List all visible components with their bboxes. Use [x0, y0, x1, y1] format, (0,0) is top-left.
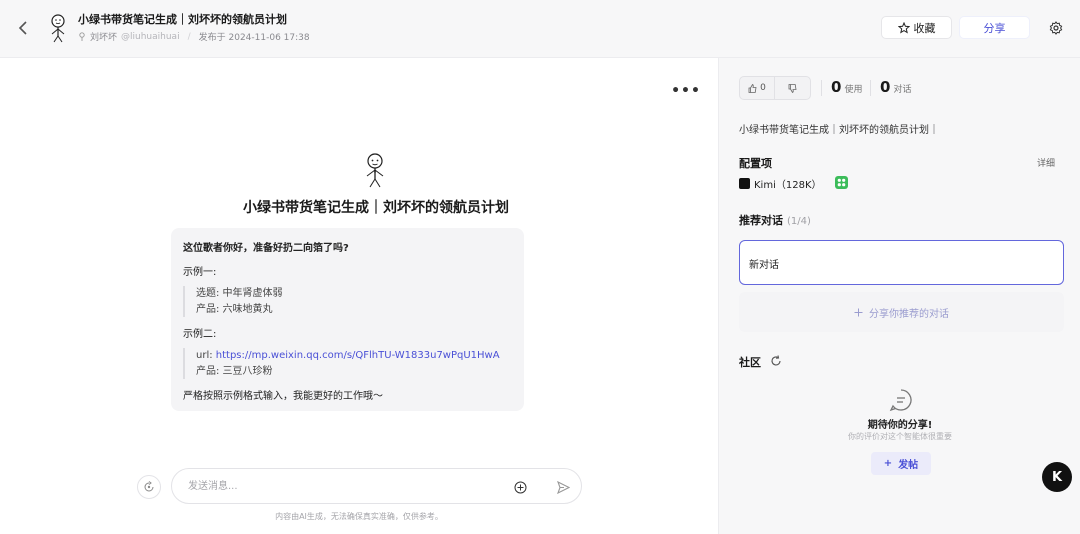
welcome-message: 这位歌者你好，准备好扔二向箔了吗? 示例一: 选题: 中年肾虚体弱 产品: 六味… — [171, 228, 524, 411]
recommended-count: (1/4) — [787, 216, 811, 227]
like-button[interactable]: 0 — [740, 77, 776, 99]
empty-subtitle: 你的评价对这个智能体很重要 — [848, 432, 952, 441]
add-attachment-icon[interactable] — [511, 478, 529, 496]
back-icon[interactable] — [14, 18, 32, 38]
publish-time: 发布于 2024-11-06 17:38 — [198, 33, 310, 43]
page-title: 小绿书带货笔记生成｜刘坏坏的领航员计划 — [78, 13, 287, 26]
config-title: 配置项 — [739, 157, 772, 170]
post-button[interactable]: + 发帖 — [871, 452, 931, 475]
plus-icon — [854, 308, 863, 316]
uses-count: 0 — [831, 78, 842, 96]
comment-icon — [889, 388, 913, 412]
top-bar: 小绿书带货笔记生成｜刘坏坏的领航员计划 刘坏坏 @liuhuaihuai / 发… — [0, 0, 1080, 58]
share-button[interactable]: 分享 — [959, 16, 1030, 39]
author-name[interactable]: 刘坏坏 — [90, 30, 117, 43]
share-label: 分享 — [983, 21, 1006, 35]
post-label: 发帖 — [898, 460, 919, 471]
greeting: 这位歌者你好，准备好扔二向箔了吗? — [183, 243, 349, 254]
ai-disclaimer: 内容由AI生成，无法确保真实准确，仅供参考。 — [275, 512, 443, 521]
url-prefix: url: — [196, 350, 216, 361]
plugin-icon[interactable] — [835, 176, 848, 189]
refresh-icon[interactable] — [770, 355, 782, 367]
example1-quote: 选题: 中年肾虚体弱 产品: 六味地黄丸 — [183, 286, 283, 317]
example1-line1: 选题: 中年肾虚体弱 — [196, 288, 283, 299]
thumbs-down-icon — [788, 83, 797, 93]
chats-stat: 0 对话 — [880, 78, 911, 96]
settings-icon[interactable] — [1046, 18, 1066, 38]
empty-title: 期待你的分享! — [867, 420, 933, 431]
kimi-icon — [739, 178, 750, 189]
example1-line2: 产品: 六味地黄丸 — [196, 303, 273, 315]
bot-avatar — [360, 152, 390, 188]
favorite-button[interactable]: 收藏 — [881, 16, 952, 39]
uses-label: 使用 — [844, 85, 863, 95]
uses-stat: 0 使用 — [831, 78, 862, 96]
chats-count: 0 — [880, 78, 891, 96]
plus-icon: + — [883, 458, 893, 469]
example1-label: 示例一: — [183, 267, 217, 278]
message-composer — [171, 468, 582, 504]
more-options-icon[interactable]: ••• — [669, 78, 703, 104]
community-title: 社区 — [739, 356, 761, 369]
stat-divider — [821, 80, 822, 96]
author-handle: @liuhuaihuai — [121, 31, 180, 42]
example2-quote: url: https://mp.weixin.qq.com/s/QFlhTU-W… — [183, 348, 500, 379]
bot-description: 小绿书带货笔记生成｜刘坏坏的领航员计划｜ — [739, 125, 939, 136]
share-recommended-label: 分享你推荐的对话 — [869, 308, 949, 320]
new-chat-label: 新对话 — [749, 260, 779, 271]
new-chat-card[interactable]: 新对话 — [739, 240, 1064, 285]
dislike-button[interactable] — [775, 77, 810, 99]
stat-divider — [870, 80, 871, 96]
chat-area: ••• 小绿书带货笔记生成｜刘坏坏的领航员计划 这位歌者你好，准备好扔二向箔了吗… — [0, 58, 718, 534]
share-recommended-button[interactable]: 分享你推荐的对话 — [739, 292, 1064, 332]
chats-label: 对话 — [893, 85, 912, 95]
example-url-link[interactable]: https://mp.weixin.qq.com/s/QFlhTU-W1833u… — [216, 350, 500, 361]
recommended-title: 推荐对话 (1/4) — [739, 212, 811, 228]
favorite-label: 收藏 — [913, 21, 936, 35]
author-icon — [79, 32, 85, 41]
thumbs-up-icon — [748, 83, 757, 93]
message-input[interactable] — [188, 477, 488, 495]
bot-avatar-small — [44, 13, 72, 43]
model-info: Kimi（128K） — [739, 176, 822, 191]
closing-line: 严格按照示例格式输入，我能更好的工作哦～ — [183, 391, 383, 402]
author-meta: 刘坏坏 @liuhuaihuai / 发布于 2024-11-06 17:38 — [78, 30, 310, 43]
info-panel: 0 0 使用 0 对话 小绿书带货笔记生成｜刘坏坏的领航员计划｜ 配置项 详细 … — [718, 58, 1080, 534]
bot-title: 小绿书带货笔记生成｜刘坏坏的领航员计划 — [243, 200, 509, 216]
meta-divider: / — [187, 31, 191, 42]
model-name: Kimi（128K） — [754, 180, 822, 191]
send-icon[interactable] — [554, 478, 572, 496]
clear-context-icon[interactable] — [137, 475, 161, 499]
example2-line1: url: https://mp.weixin.qq.com/s/QFlhTU-W… — [196, 348, 500, 364]
recommended-label: 推荐对话 — [739, 214, 783, 227]
example2-label: 示例二: — [183, 329, 217, 340]
star-icon — [897, 21, 910, 34]
vote-group: 0 — [739, 76, 811, 100]
example2-line2: 产品: 三豆八珍粉 — [196, 365, 273, 377]
assistant-fab[interactable]: K — [1042, 462, 1072, 492]
detail-link[interactable]: 详细 — [1037, 156, 1055, 169]
like-count: 0 — [760, 83, 766, 93]
